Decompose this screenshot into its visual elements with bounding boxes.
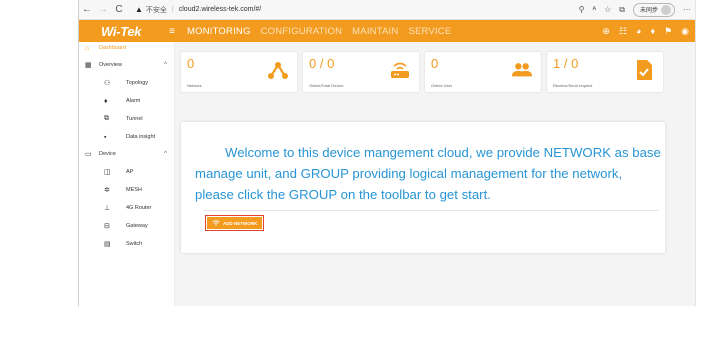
sidebar-item-4g-router[interactable]: ⊥ 4G Router xyxy=(79,202,175,214)
nav-maintain[interactable]: MAINTAIN xyxy=(352,26,398,37)
brand-logo: Wi-Tek xyxy=(101,23,142,39)
stat-card-users[interactable]: 0 Online User xyxy=(425,52,541,92)
ap-icon: ◫ xyxy=(104,169,111,176)
stat-label: Receive/Send request xyxy=(553,83,593,88)
sidebar-item-label: Overview xyxy=(99,62,122,68)
tunnel-icon: ⧉ xyxy=(104,115,109,122)
chart-icon[interactable]: ◕ xyxy=(636,26,641,37)
stat-card-requests[interactable]: 1 / 0 Receive/Send request xyxy=(547,52,663,92)
router-icon: ⊥ xyxy=(104,205,111,212)
sync-button[interactable]: 未同步 xyxy=(632,2,675,17)
sidebar-item-ap[interactable]: ◫ AP xyxy=(79,166,175,178)
stat-value: 1 / 0 xyxy=(553,56,579,71)
back-button[interactable]: ← xyxy=(79,4,95,15)
sidebar-item-label: MESH xyxy=(126,187,142,193)
read-aloud-icon[interactable]: ᴬ xyxy=(592,5,596,14)
stat-value: 0 / 0 xyxy=(309,56,335,71)
sidebar-item-label: Gateway xyxy=(126,223,148,229)
sidebar-item-label: Dashboard xyxy=(99,45,126,51)
chevron-up-icon[interactable]: ^ xyxy=(164,62,167,68)
topology-icon: ⚇ xyxy=(104,80,111,87)
forward-button[interactable]: → xyxy=(95,4,111,15)
web-icon[interactable]: ⊕ xyxy=(602,26,610,37)
sidebar-item-device[interactable]: ▭ Device ^ xyxy=(79,148,175,160)
monitor-icon: ▭ xyxy=(85,151,92,158)
main-content: 0 Network 0 / 0 Online/Total Device 0 On… xyxy=(175,42,695,306)
nav-service[interactable]: SERVICE xyxy=(408,26,451,37)
address-separator: | xyxy=(171,6,174,13)
document-check-icon xyxy=(633,59,655,81)
welcome-card: Welcome to this device mangement cloud, … xyxy=(181,122,665,253)
reload-button[interactable]: C xyxy=(111,4,127,15)
header-icons: ⊕ ☷ ◕ ♦ ⚑ ◉ xyxy=(602,26,695,37)
profile-avatar xyxy=(661,4,671,15)
browser-window: ← → C ▲ 不安全 | cloud2.wireless-tek.com/#/… xyxy=(78,0,696,306)
add-network-highlight: ADD NETWORK xyxy=(205,215,265,231)
group-icon xyxy=(511,59,533,81)
overview-icon: ▦ xyxy=(85,62,92,69)
sidebar-item-overview[interactable]: ▦ Overview ^ xyxy=(79,59,175,71)
alarm-icon: ♦ xyxy=(104,97,108,105)
chevron-up-icon[interactable]: ^ xyxy=(164,151,167,157)
sidebar-item-label: Data insight xyxy=(126,134,156,140)
sidebar-item-label: 4G Router xyxy=(126,205,152,211)
sync-label: 未同步 xyxy=(639,8,658,14)
sidebar-item-switch[interactable]: ▤ Switch xyxy=(79,238,175,250)
network-icon xyxy=(267,59,289,81)
sidebar-item-label: Topology xyxy=(126,80,149,86)
nav-configuration[interactable]: CONFIGURATION xyxy=(261,26,343,37)
sidebar-item-tunnel[interactable]: ⧉ Tunnel xyxy=(79,113,175,125)
stat-card-devices[interactable]: 0 / 0 Online/Total Device xyxy=(303,52,419,92)
more-menu-icon[interactable]: ··· xyxy=(683,5,691,14)
security-label[interactable]: 不安全 xyxy=(146,5,167,15)
sidebar-item-mesh[interactable]: ✲ MESH xyxy=(79,184,175,196)
favorites-icon[interactable]: ☆ xyxy=(604,5,611,14)
account-icon[interactable]: ◉ xyxy=(681,26,689,37)
sidebar-item-label: Tunnel xyxy=(126,116,143,122)
divider xyxy=(203,210,659,211)
warning-icon[interactable]: ▲ xyxy=(135,5,143,14)
sidebar-item-gateway[interactable]: ⊟ Gateway xyxy=(79,220,175,232)
welcome-message: Welcome to this device mangement cloud, … xyxy=(195,145,661,202)
stat-value: 0 xyxy=(431,56,439,71)
bell-icon[interactable]: ♦ xyxy=(650,26,655,37)
zoom-icon[interactable]: ⚲ xyxy=(579,5,585,14)
sidebar-item-label: Alarm xyxy=(126,98,141,104)
menu-toggle-icon[interactable]: ≡ xyxy=(169,26,187,37)
mesh-icon: ✲ xyxy=(104,187,110,194)
insight-icon: ▪ xyxy=(104,133,107,141)
sidebar: ⌂ Dashboard ▦ Overview ^ ⚇ Topology ♦ Al… xyxy=(79,42,175,306)
stat-value: 0 xyxy=(187,56,195,71)
stat-card-network[interactable]: 0 Network xyxy=(181,52,297,92)
sidebar-item-label: AP xyxy=(126,169,134,175)
address-bar[interactable]: cloud2.wireless-tek.com/#/ xyxy=(179,6,261,13)
sidebar-item-label: Switch xyxy=(126,241,143,247)
wifi-icon xyxy=(212,219,220,227)
gateway-icon: ⊟ xyxy=(104,223,110,230)
add-network-button[interactable]: ADD NETWORK xyxy=(207,217,263,229)
router-icon xyxy=(389,59,411,81)
home-icon: ⌂ xyxy=(85,44,90,52)
collections-icon[interactable]: ⧉ xyxy=(619,5,625,15)
sidebar-item-label: Device xyxy=(99,151,116,157)
stat-label: Network xyxy=(187,83,202,88)
stat-label: Online User xyxy=(431,83,453,88)
switch-icon: ▤ xyxy=(104,241,111,248)
browser-actions: ⚲ ᴬ ☆ ⧉ 未同步 ··· xyxy=(579,2,695,17)
add-network-label: ADD NETWORK xyxy=(223,220,258,226)
sidebar-item-dashboard[interactable]: ⌂ Dashboard xyxy=(79,42,175,54)
sidebar-item-alarm[interactable]: ♦ Alarm xyxy=(79,95,175,107)
browser-toolbar: ← → C ▲ 不安全 | cloud2.wireless-tek.com/#/… xyxy=(79,0,695,20)
users-icon[interactable]: ⚑ xyxy=(664,26,672,37)
stat-label: Online/Total Device xyxy=(309,83,344,88)
sidebar-item-data-insight[interactable]: ▪ Data insight xyxy=(79,131,175,143)
app-header: Wi-Tek ≡ MONITORING CONFIGURATION MAINTA… xyxy=(79,20,695,42)
sidebar-item-topology[interactable]: ⚇ Topology xyxy=(79,77,175,89)
nav-monitoring[interactable]: MONITORING xyxy=(187,26,251,37)
grid-icon[interactable]: ☷ xyxy=(619,26,627,37)
